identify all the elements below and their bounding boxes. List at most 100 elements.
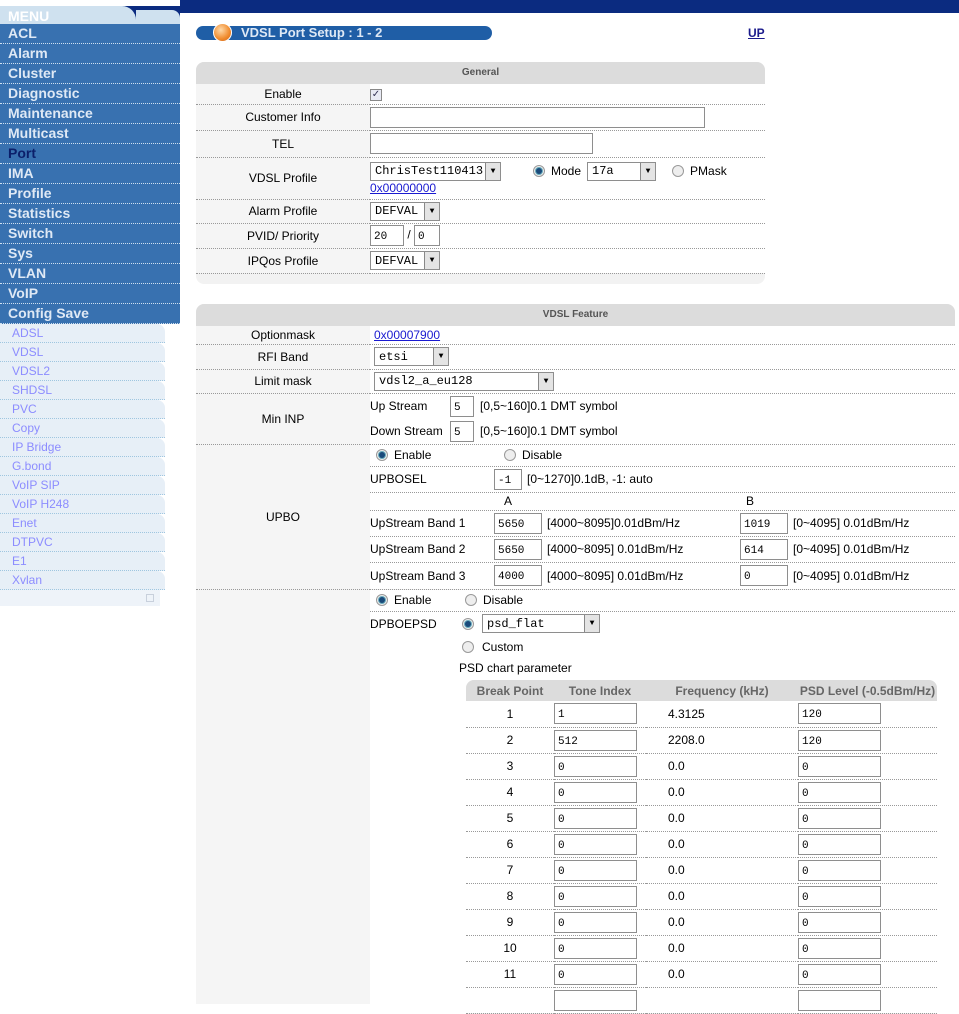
- optionmask-link[interactable]: 0x00007900: [374, 328, 440, 342]
- band-b-input[interactable]: [740, 512, 788, 534]
- submenu-item-e1[interactable]: E1: [0, 552, 165, 571]
- menu-item-maintenance[interactable]: Maintenance: [0, 104, 180, 124]
- menu-item-alarm[interactable]: Alarm: [0, 44, 180, 64]
- tone-index-input[interactable]: [554, 755, 637, 777]
- submenu-item-g.bond[interactable]: G.bond: [0, 457, 165, 476]
- tone-index-input[interactable]: [554, 833, 637, 855]
- menu-item-voip[interactable]: VoIP: [0, 284, 180, 304]
- menu-item-sys[interactable]: Sys: [0, 244, 180, 264]
- upbo-enable-radio[interactable]: [376, 449, 388, 461]
- band-b-input[interactable]: [740, 538, 788, 560]
- up-link[interactable]: UP: [748, 26, 765, 40]
- psd-level-input[interactable]: [798, 911, 881, 933]
- psd-level-input[interactable]: [798, 885, 881, 907]
- alarm-profile-select[interactable]: DEFVAL ▼: [370, 201, 440, 221]
- menu-item-diagnostic[interactable]: Diagnostic: [0, 84, 180, 104]
- chevron-down-icon: ▼: [424, 202, 439, 220]
- psd-level-input[interactable]: [798, 989, 881, 1011]
- customer-info-input[interactable]: [370, 106, 705, 128]
- menu-item-vlan[interactable]: VLAN: [0, 264, 180, 284]
- tone-index-input[interactable]: [554, 781, 637, 803]
- frequency: 0.0: [646, 831, 798, 858]
- menu-item-statistics[interactable]: Statistics: [0, 204, 180, 224]
- psd-level-input[interactable]: [798, 937, 881, 959]
- submenu-item-vdsl[interactable]: VDSL: [0, 343, 165, 362]
- page-title-bar: VDSL Port Setup : 1 - 2: [196, 23, 492, 42]
- psd-header: Frequency (kHz): [646, 680, 798, 701]
- enable-checkbox[interactable]: ✓: [370, 89, 382, 102]
- submenu-item-pvc[interactable]: PVC: [0, 400, 165, 419]
- downstream-range: [0,5~160]0.1 DMT symbol: [480, 424, 618, 438]
- mode-label: Mode: [551, 164, 582, 178]
- custom-radio[interactable]: [462, 640, 474, 653]
- pmask-radio[interactable]: [672, 165, 685, 177]
- submenu-item-shdsl[interactable]: SHDSL: [0, 381, 165, 400]
- ipqos-select[interactable]: DEFVAL ▼: [370, 251, 440, 270]
- submenu-item-enet[interactable]: Enet: [0, 514, 165, 533]
- psd-level-input[interactable]: [798, 781, 881, 803]
- tel-input[interactable]: [370, 133, 593, 154]
- menu-item-switch[interactable]: Switch: [0, 224, 180, 244]
- menu-item-port[interactable]: Port: [0, 144, 180, 164]
- tone-index-input[interactable]: [554, 703, 637, 725]
- submenu-item-xvlan[interactable]: Xvlan: [0, 571, 165, 590]
- menu-item-profile[interactable]: Profile: [0, 184, 180, 204]
- upbosel-range: [0~1270]0.1dB, -1: auto: [527, 472, 653, 486]
- mode-radio[interactable]: [533, 165, 545, 177]
- psd-level-input[interactable]: [798, 833, 881, 855]
- menu-item-multicast[interactable]: Multicast: [0, 124, 180, 144]
- psd-level-input[interactable]: [798, 729, 881, 751]
- pvid-input[interactable]: [370, 225, 404, 246]
- rfi-band-select[interactable]: etsi ▼: [374, 347, 449, 366]
- tone-index-input[interactable]: [554, 859, 637, 881]
- dpboepsd-select[interactable]: psd_flat ▼: [482, 614, 600, 633]
- band-label: UpStream Band 1: [370, 516, 466, 530]
- submenu-item-voip-h248[interactable]: VoIP H248: [0, 495, 165, 514]
- submenu-item-adsl[interactable]: ADSL: [0, 324, 165, 343]
- chevron-down-icon: ▼: [433, 348, 448, 365]
- band-a-input[interactable]: [494, 512, 542, 534]
- break-point: 11: [466, 961, 554, 988]
- psd-level-input[interactable]: [798, 703, 881, 725]
- upbosel-input[interactable]: [494, 468, 522, 490]
- psd-level-input[interactable]: [798, 859, 881, 881]
- tone-index-input[interactable]: [554, 885, 637, 907]
- band-a-range: [4000~8095]0.01dBm/Hz: [547, 516, 681, 530]
- tone-index-input[interactable]: [554, 963, 637, 985]
- psd-level-input[interactable]: [798, 755, 881, 777]
- dpbo-disable-radio[interactable]: [465, 594, 477, 606]
- submenu-item-dtpvc[interactable]: DTPVC: [0, 533, 165, 552]
- band-a-input[interactable]: [494, 538, 542, 560]
- dpbo-enable-label: Enable: [394, 593, 432, 607]
- mode-select[interactable]: 17a ▼: [587, 161, 657, 181]
- page-title: VDSL Port Setup : 1 - 2: [241, 25, 383, 40]
- upstream-band-row: UpStream Band 1 [4000~8095]0.01dBm/Hz [0~4…: [370, 511, 955, 537]
- upstream-input[interactable]: [450, 395, 474, 417]
- limit-mask-select[interactable]: vdsl2_a_eu128 ▼: [374, 371, 554, 391]
- submenu-item-copy[interactable]: Copy: [0, 419, 165, 438]
- tone-index-input[interactable]: [554, 807, 637, 829]
- profile-mask-link[interactable]: 0x00000000: [370, 181, 436, 195]
- menu-item-cluster[interactable]: Cluster: [0, 64, 180, 84]
- tone-index-input[interactable]: [554, 937, 637, 959]
- psd-level-input[interactable]: [798, 807, 881, 829]
- band-a-input[interactable]: [494, 565, 542, 586]
- dpbo-enable-radio[interactable]: [376, 594, 388, 606]
- menu-item-config-save[interactable]: Config Save: [0, 304, 180, 324]
- upbo-disable-radio[interactable]: [504, 449, 516, 461]
- psd-preset-radio[interactable]: [462, 617, 474, 630]
- downstream-input[interactable]: [450, 420, 474, 442]
- vdsl-profile-select[interactable]: ChrisTest110413 ▼: [370, 161, 501, 181]
- submenu-item-ip-bridge[interactable]: IP Bridge: [0, 438, 165, 457]
- priority-input[interactable]: [414, 225, 441, 246]
- tone-index-input[interactable]: [554, 729, 637, 751]
- psd-level-input[interactable]: [798, 963, 881, 985]
- submenu-item-vdsl2[interactable]: VDSL2: [0, 362, 165, 381]
- submenu-item-voip-sip[interactable]: VoIP SIP: [0, 476, 165, 495]
- band-b-input[interactable]: [740, 565, 788, 586]
- menu-item-ima[interactable]: IMA: [0, 164, 180, 184]
- psd-row: [466, 987, 937, 1014]
- tone-index-input[interactable]: [554, 911, 637, 933]
- tone-index-input[interactable]: [554, 989, 637, 1011]
- menu-item-acl[interactable]: ACL: [0, 24, 180, 44]
